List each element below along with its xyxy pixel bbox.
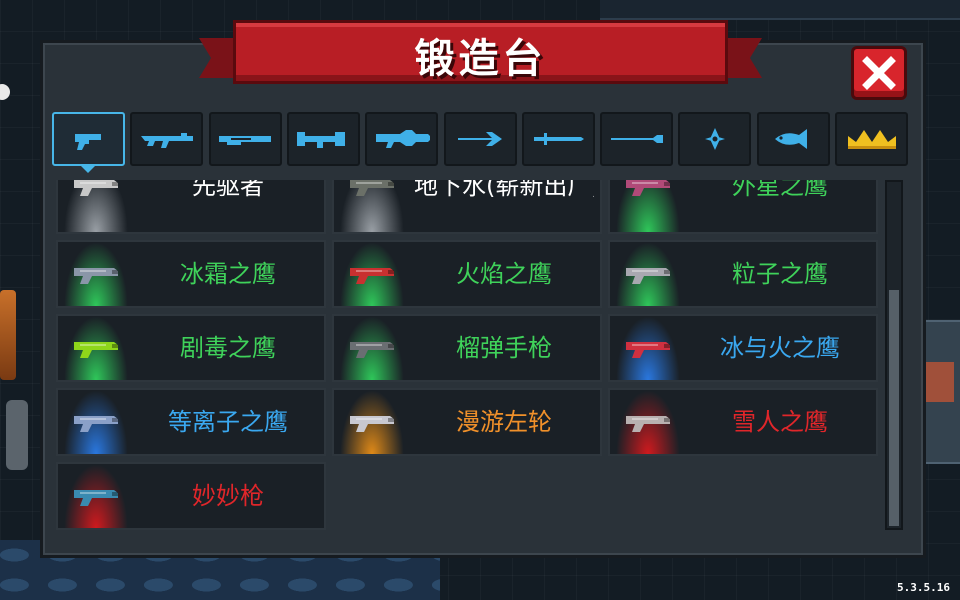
weapon-row[interactable]: 地下水(崭新出厂) <box>332 180 602 234</box>
weapon-icon <box>74 180 118 196</box>
weapon-icon <box>74 416 118 432</box>
weapon-icon <box>74 268 118 284</box>
weapon-icon <box>626 342 670 358</box>
tab-blade[interactable] <box>521 112 595 166</box>
weapon-name: 冰霜之鹰 <box>180 260 276 288</box>
tab-pistol[interactable] <box>52 112 125 166</box>
weapon-icon <box>74 342 118 358</box>
fish-icon <box>775 129 808 149</box>
weapon-row[interactable]: 先驱者 <box>56 180 326 234</box>
weapon-category-tabs <box>52 112 908 168</box>
weapon-row[interactable]: 雪人之鹰 <box>608 388 878 456</box>
weapon-name: 剧毒之鹰 <box>180 334 276 362</box>
tab-fish[interactable] <box>756 112 830 166</box>
weapon-name: 等离子之鹰 <box>168 408 288 436</box>
version-label: 5.3.5.16 <box>897 581 950 594</box>
pistol-icon <box>74 134 101 150</box>
active-tab-indicator <box>80 165 96 173</box>
crown-icon <box>847 130 896 149</box>
weapon-name: 雪人之鹰 <box>732 408 828 436</box>
tab-crown[interactable] <box>835 112 908 166</box>
tab-shotgun[interactable] <box>208 112 282 166</box>
tab-shuriken[interactable] <box>678 112 752 166</box>
tab-launcher[interactable] <box>286 112 360 166</box>
weapon-list: 先驱者 地下水(崭新出厂) 外星之鹰冰霜之鹰 火焰之鹰 粒子之鹰剧毒之鹰 榴弹手枪 冰与火之… <box>56 180 882 532</box>
tab-laser-rifle[interactable] <box>365 112 439 166</box>
rifle-icon <box>140 133 193 148</box>
title-banner: 锻造台 <box>199 20 762 84</box>
weapon-icon <box>350 342 394 358</box>
weapon-name: 妙妙枪 <box>192 482 264 510</box>
weapon-icon <box>350 180 394 196</box>
bow-icon <box>458 132 502 146</box>
weapon-name: 粒子之鹰 <box>732 260 828 288</box>
weapon-name: 榴弹手枪 <box>456 334 552 362</box>
weapon-row[interactable]: 冰霜之鹰 <box>56 240 326 308</box>
weapon-row[interactable]: 外星之鹰 <box>608 180 878 234</box>
weapon-name: 地下水(崭新出厂) <box>414 180 594 200</box>
weapon-row[interactable]: 剧毒之鹰 <box>56 314 326 382</box>
weapon-name: 漫游左轮 <box>456 408 552 436</box>
gas-tank <box>6 400 28 470</box>
close-button[interactable] <box>851 46 907 100</box>
weapon-row[interactable]: 榴弹手枪 <box>332 314 602 382</box>
weapon-list-scrollbar[interactable] <box>885 180 903 530</box>
tab-rifle[interactable] <box>130 112 204 166</box>
close-icon <box>862 56 896 90</box>
weapon-icon <box>626 180 670 196</box>
npc-character <box>0 290 16 380</box>
weapon-name: 火焰之鹰 <box>456 260 552 288</box>
tab-bow[interactable] <box>443 112 517 166</box>
weapon-icon <box>626 268 670 284</box>
weapon-row[interactable]: 等离子之鹰 <box>56 388 326 456</box>
weapon-row[interactable]: 粒子之鹰 <box>608 240 878 308</box>
laser-rifle-icon <box>375 130 430 148</box>
page-title: 锻造台 <box>414 36 547 82</box>
blade-icon <box>534 133 585 145</box>
weapon-row[interactable]: 妙妙枪 <box>56 462 326 530</box>
weapon-row[interactable]: 漫游左轮 <box>332 388 602 456</box>
weapon-row[interactable]: 火焰之鹰 <box>332 240 602 308</box>
weapon-icon <box>350 268 394 284</box>
wall-segment <box>600 0 960 20</box>
weapon-icon <box>350 416 394 432</box>
weapon-icon <box>74 490 118 506</box>
weapon-name: 先驱者 <box>192 180 264 200</box>
shuriken-icon <box>704 128 725 150</box>
weapon-name: 外星之鹰 <box>732 180 828 200</box>
weapon-name: 冰与火之鹰 <box>720 334 840 362</box>
shotgun-icon <box>219 136 272 145</box>
launcher-icon <box>297 132 346 148</box>
weapon-row[interactable]: 冰与火之鹰 <box>608 314 878 382</box>
weapon-icon <box>626 416 670 432</box>
scrollbar-thumb[interactable] <box>889 290 899 526</box>
spear-icon <box>610 135 663 143</box>
tab-spear[interactable] <box>600 112 674 166</box>
